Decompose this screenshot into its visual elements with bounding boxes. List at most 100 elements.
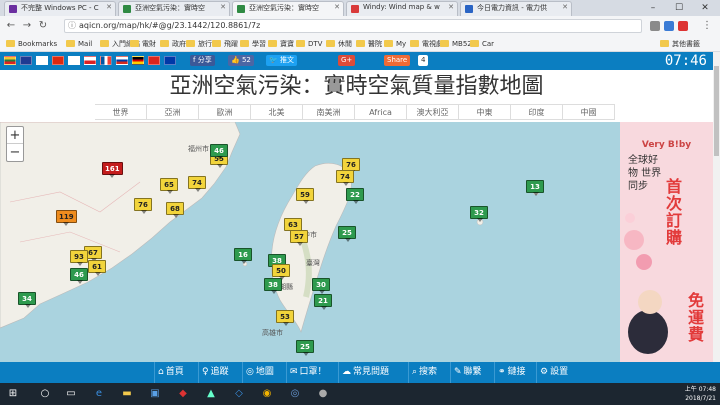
gplus-button[interactable]: G+ [338, 55, 356, 66]
system-clock[interactable]: 上午 07:48 2018/7/21 [685, 385, 716, 403]
flag-icon[interactable] [4, 56, 16, 65]
flag-icon[interactable] [100, 56, 112, 65]
close-icon[interactable]: ✕ [220, 3, 226, 11]
bookmark-item[interactable]: My [384, 38, 406, 50]
close-icon[interactable]: ✕ [562, 3, 568, 11]
maximize-icon[interactable]: ☐ [666, 0, 692, 16]
bookmark-item[interactable]: Car [470, 38, 494, 50]
bookmark-item[interactable]: 飛躍 [212, 38, 238, 50]
aqi-station-marker[interactable]: 21 [314, 294, 332, 310]
bookmark-item[interactable]: 其他書籤 [660, 38, 700, 50]
region-tab[interactable]: 印度 [511, 105, 563, 120]
bookmark-item[interactable]: DTV [296, 38, 322, 50]
browser-tab[interactable]: 亞洲空氣污染：實時空 ✕ [118, 1, 230, 16]
search-icon[interactable]: ○ [38, 387, 52, 401]
tweet-button[interactable]: 🐦 推文 [266, 55, 297, 66]
close-icon[interactable]: ✕ [334, 3, 340, 11]
bottom-nav-item[interactable]: ☁ 常見問題 [338, 362, 392, 383]
facebook-like-count[interactable]: 👍 52 [228, 55, 254, 66]
aqi-station-marker[interactable]: 25 [296, 340, 314, 356]
bookmark-item[interactable]: 政府 [160, 38, 186, 50]
aqi-station-marker[interactable]: 46 [70, 268, 88, 284]
chrome-icon[interactable]: ◉ [260, 387, 274, 401]
flag-icon[interactable] [132, 56, 144, 65]
zoom-out-button[interactable]: − [7, 144, 23, 161]
browser-tab[interactable]: Windy: Wind map & w ✕ [346, 1, 458, 16]
aqi-station-marker[interactable]: 16 [234, 248, 252, 264]
zoom-in-button[interactable]: + [7, 127, 23, 144]
window-close-icon[interactable]: ✕ [692, 0, 718, 16]
browser-tab[interactable]: 不完整 Windows PC - C ✕ [4, 1, 116, 16]
region-tab[interactable]: 北美 [251, 105, 303, 120]
region-tab[interactable]: 中國 [563, 105, 615, 120]
aqi-station-marker[interactable]: 59 [296, 188, 314, 204]
browser-tab[interactable]: 今日電力資訊 - 電力供 ✕ [460, 1, 572, 16]
region-tab[interactable]: 世界 [95, 105, 147, 120]
browser-tab-active[interactable]: 亞洲空氣污染：實時空 ✕ [232, 1, 344, 16]
aqi-station-marker[interactable]: 34 [18, 292, 36, 308]
aqi-station-marker[interactable]: 13 [526, 180, 544, 196]
flag-icon[interactable] [164, 56, 176, 65]
app-icon[interactable]: ● [316, 387, 330, 401]
windows-start-icon[interactable]: ⊞ [6, 387, 20, 401]
aqi-station-marker[interactable]: 38 [264, 278, 282, 294]
extension-icon[interactable] [678, 21, 688, 31]
region-tab[interactable]: 歐洲 [199, 105, 251, 120]
bookmark-item[interactable]: 寶寶 [268, 38, 294, 50]
bookmark-item[interactable]: 電視劇 [410, 38, 443, 50]
aqi-station-marker[interactable]: 119 [56, 210, 77, 226]
dropbox-icon[interactable]: ◇ [232, 387, 246, 401]
bottom-nav-item[interactable]: ✉ 口罩！ [286, 362, 330, 383]
bookmark-item[interactable]: Bookmarks [6, 38, 57, 50]
aqi-station-marker[interactable]: 74 [188, 176, 206, 192]
aqi-station-marker[interactable]: 93 [70, 250, 88, 266]
flag-icon[interactable] [52, 56, 64, 65]
bookmark-item[interactable]: 學習 [240, 38, 266, 50]
bookmark-item[interactable]: 電財 [130, 38, 156, 50]
flag-icon[interactable] [116, 56, 128, 65]
menu-icon[interactable]: ⋮ [700, 19, 714, 33]
reload-icon[interactable]: ↻ [36, 19, 50, 33]
extension-icon[interactable] [664, 21, 674, 31]
aqi-station-marker[interactable]: 65 [160, 178, 178, 194]
bottom-nav-item[interactable]: ⌕ 搜索 [408, 362, 440, 383]
flag-icon[interactable] [148, 56, 160, 65]
bottom-nav-item[interactable]: ⚙ 設置 [536, 362, 571, 383]
minimize-icon[interactable]: – [640, 0, 666, 16]
url-input[interactable]: ⓘ aqicn.org/map/hk/#@g/23.1442/120.8861/7… [64, 19, 642, 33]
region-tab[interactable]: 澳大利亞 [407, 105, 459, 120]
aqi-station-marker[interactable]: 74 [336, 170, 354, 186]
extension-icon[interactable] [650, 21, 660, 31]
bottom-nav-item[interactable]: ◎ 地圖 [242, 362, 277, 383]
flag-icon[interactable] [84, 56, 96, 65]
aqi-map[interactable]: 福州市澎湖縣臺灣臺中市高雄市 1615546657476681196793614… [0, 122, 620, 362]
share-button[interactable]: Share [384, 55, 411, 66]
task-view-icon[interactable]: ▭ [64, 387, 78, 401]
bookmark-item[interactable]: 休閒 [326, 38, 352, 50]
close-icon[interactable]: ✕ [106, 3, 112, 11]
bookmark-item[interactable]: Mail [66, 38, 92, 50]
aqi-station-marker[interactable]: 161 [102, 162, 123, 178]
app-icon[interactable]: ▲ [204, 387, 218, 401]
aqi-station-marker[interactable]: 61 [88, 260, 106, 276]
bookmark-item[interactable]: 旅行 [186, 38, 212, 50]
bookmark-item[interactable]: 醫院 [356, 38, 382, 50]
bottom-nav-item[interactable]: ✎ 聯繫 [450, 362, 485, 383]
page-scrollbar[interactable] [713, 52, 720, 362]
aqi-station-marker[interactable]: 76 [134, 198, 152, 214]
aqi-station-marker[interactable]: 22 [346, 188, 364, 204]
bottom-nav-item[interactable]: ⚭ 鏈接 [494, 362, 529, 383]
region-tab[interactable]: 中東 [459, 105, 511, 120]
app-icon[interactable]: ◆ [176, 387, 190, 401]
close-icon[interactable]: ✕ [448, 3, 454, 11]
advertisement-banner[interactable]: Very B!by 全球好物 世界同步 首次訂購 免運費 [620, 122, 713, 362]
facebook-share-button[interactable]: f 分享 [190, 55, 215, 66]
region-tab[interactable]: 亞洲 [147, 105, 199, 120]
aqi-station-marker[interactable]: 68 [166, 202, 184, 218]
aqi-station-marker[interactable]: 30 [312, 278, 330, 294]
file-explorer-icon[interactable]: ▬ [120, 387, 134, 401]
flag-icon[interactable] [36, 56, 48, 65]
aqi-station-marker[interactable]: 32 [470, 206, 488, 222]
aqi-station-marker[interactable]: 50 [272, 264, 290, 280]
bottom-nav-item[interactable]: ⌂ 首頁 [154, 362, 187, 383]
